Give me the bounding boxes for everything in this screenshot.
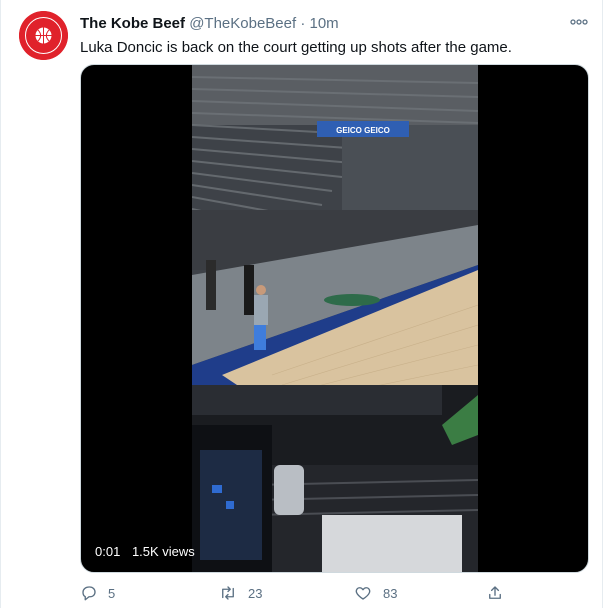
- video-player[interactable]: GEICO GEICO 0:01 1.5K views: [80, 64, 589, 573]
- reply-count: 5: [108, 585, 116, 601]
- author-handle[interactable]: @TheKobeBeef: [189, 15, 296, 32]
- tweet-text: Luka Doncic is back on the court getting…: [80, 39, 512, 56]
- more-options-icon[interactable]: [567, 13, 591, 31]
- video-frame[interactable]: GEICO GEICO: [192, 65, 478, 572]
- reply-icon: [82, 586, 96, 601]
- retweet-icon: [222, 586, 234, 600]
- video-views: 1.5K views: [131, 544, 195, 559]
- like-count: 83: [383, 585, 398, 601]
- like-icon: [355, 587, 371, 600]
- share-button[interactable]: [486, 582, 514, 604]
- video-thumbnail: GEICO GEICO: [192, 65, 478, 572]
- video-info: 0:01 1.5K views: [95, 544, 203, 559]
- reply-button[interactable]: 5: [80, 582, 115, 604]
- like-button[interactable]: 83: [353, 582, 397, 604]
- basketball-logo-icon: [19, 11, 68, 60]
- retweet-button[interactable]: 23: [218, 582, 262, 604]
- separator-dot: ·: [300, 15, 306, 32]
- avatar[interactable]: [19, 11, 68, 60]
- arena-signage: GEICO GEICO: [336, 126, 390, 135]
- video-timestamp: 0:01: [95, 544, 121, 559]
- tweet-actions: 5 23 83: [80, 582, 589, 604]
- tweet-header: The Kobe Beef @TheKobeBeef · 10m: [80, 14, 339, 33]
- author-name[interactable]: The Kobe Beef: [80, 15, 185, 32]
- tweet-card[interactable]: The Kobe Beef @TheKobeBeef · 10m Luka Do…: [0, 0, 603, 608]
- tweet-time[interactable]: 10m: [310, 15, 339, 32]
- retweet-count: 23: [248, 585, 263, 601]
- share-icon: [489, 586, 501, 599]
